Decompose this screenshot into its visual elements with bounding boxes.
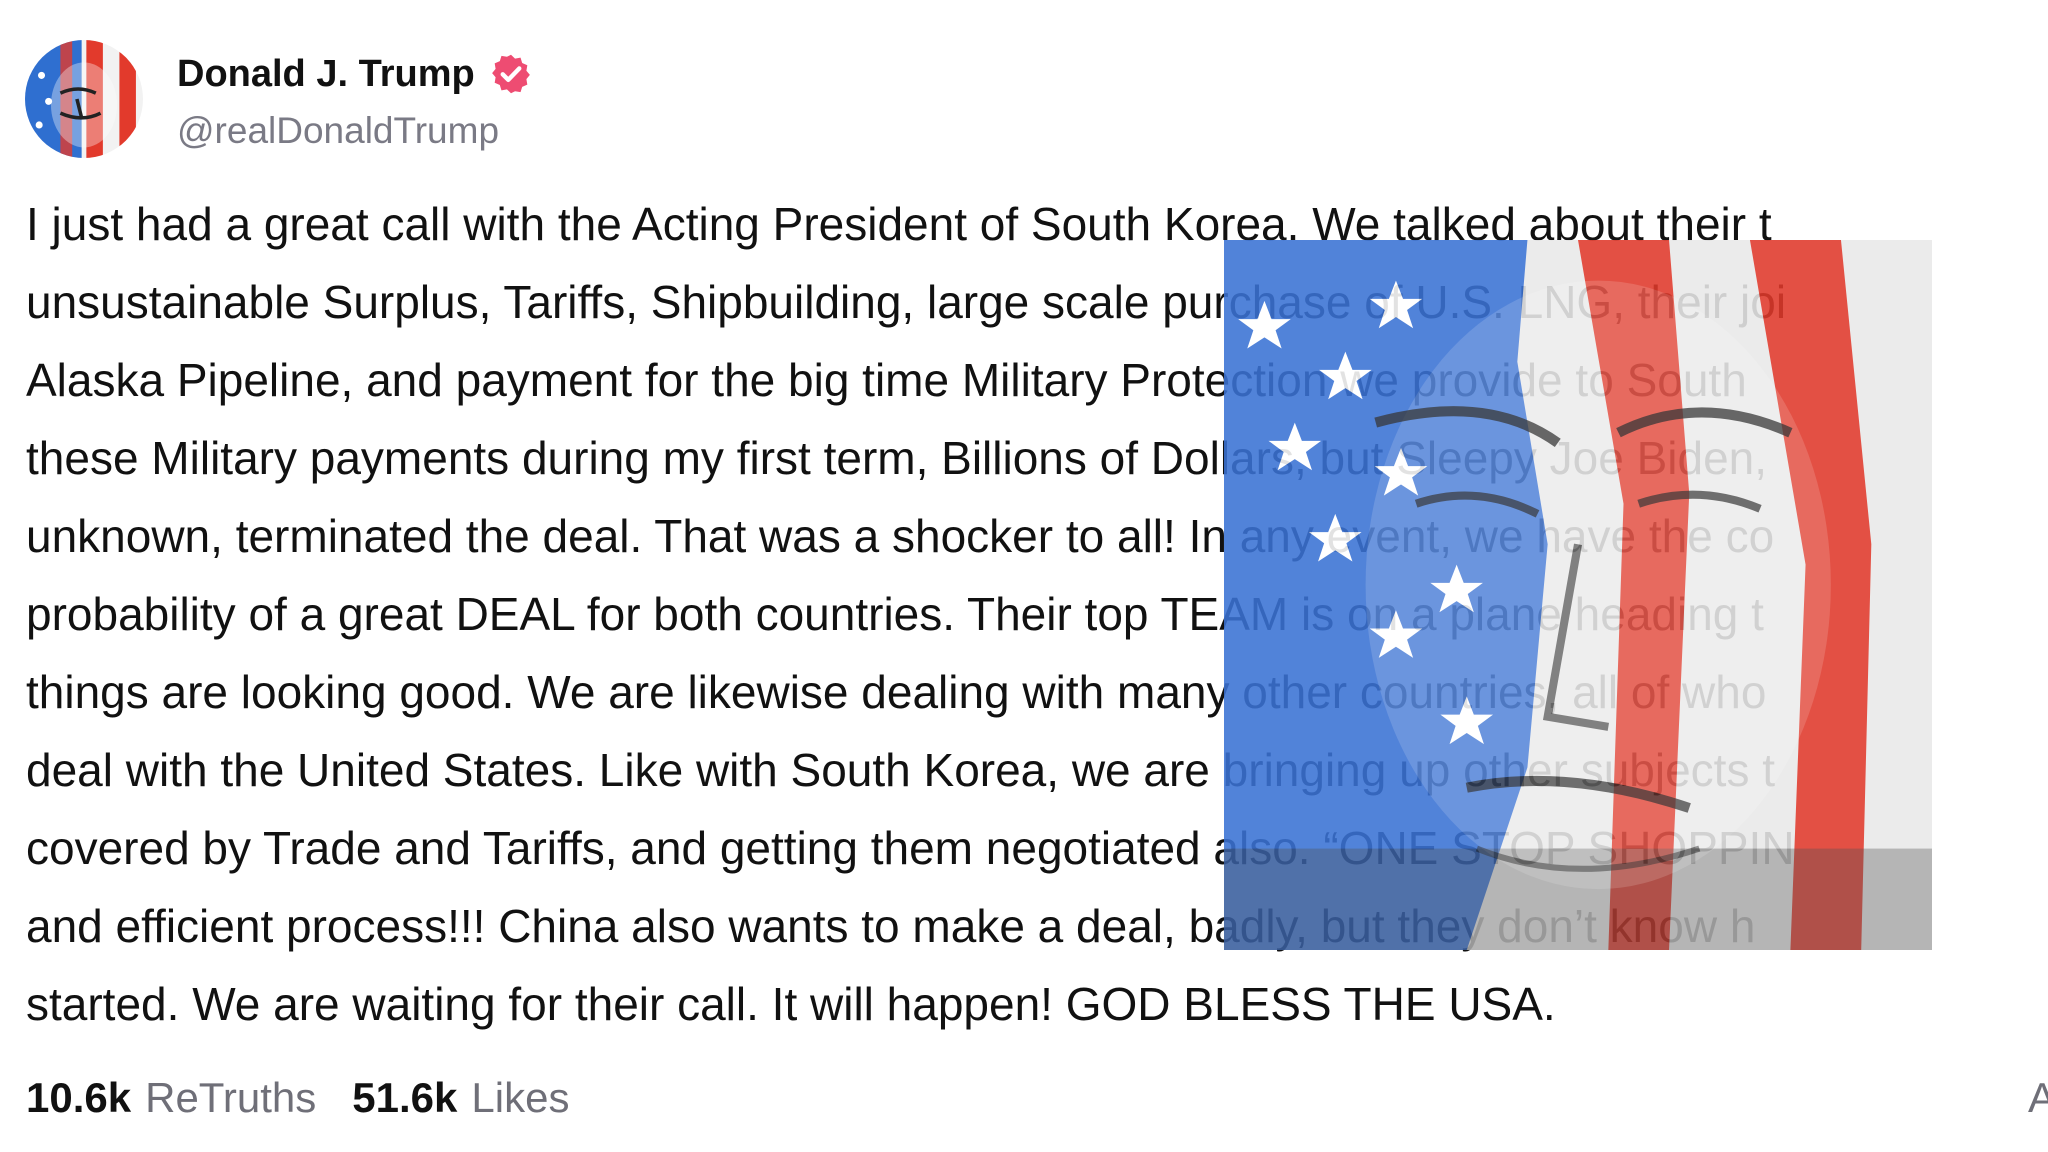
retruths-count: 10.6k (26, 1074, 132, 1121)
author-avatar[interactable] (25, 40, 143, 158)
likes-stat[interactable]: 51.6k Likes (352, 1074, 569, 1122)
stats-right-fragment: A (2028, 1074, 2048, 1121)
author-display-name[interactable]: Donald J. Trump (177, 53, 475, 96)
truth-post: Donald J. Trump @realDonaldTrump I just … (0, 0, 2048, 1152)
flag-portrait-image[interactable] (1224, 240, 1932, 950)
author-handle[interactable]: @realDonaldTrump (177, 110, 499, 152)
retruths-label: ReTruths (145, 1074, 317, 1121)
post-stats: 10.6k ReTruths 51.6k Likes (26, 1070, 569, 1126)
likes-count: 51.6k (352, 1074, 458, 1121)
author-name-row: Donald J. Trump (177, 48, 533, 100)
likes-label: Likes (471, 1074, 570, 1121)
flag-portrait-image-icon (1224, 240, 1932, 950)
verified-badge-icon (491, 54, 530, 94)
post-text-line: started. We are waiting for their call. … (26, 978, 1556, 1030)
flag-portrait-avatar-icon (25, 40, 143, 158)
retruths-stat[interactable]: 10.6k ReTruths (26, 1074, 316, 1122)
